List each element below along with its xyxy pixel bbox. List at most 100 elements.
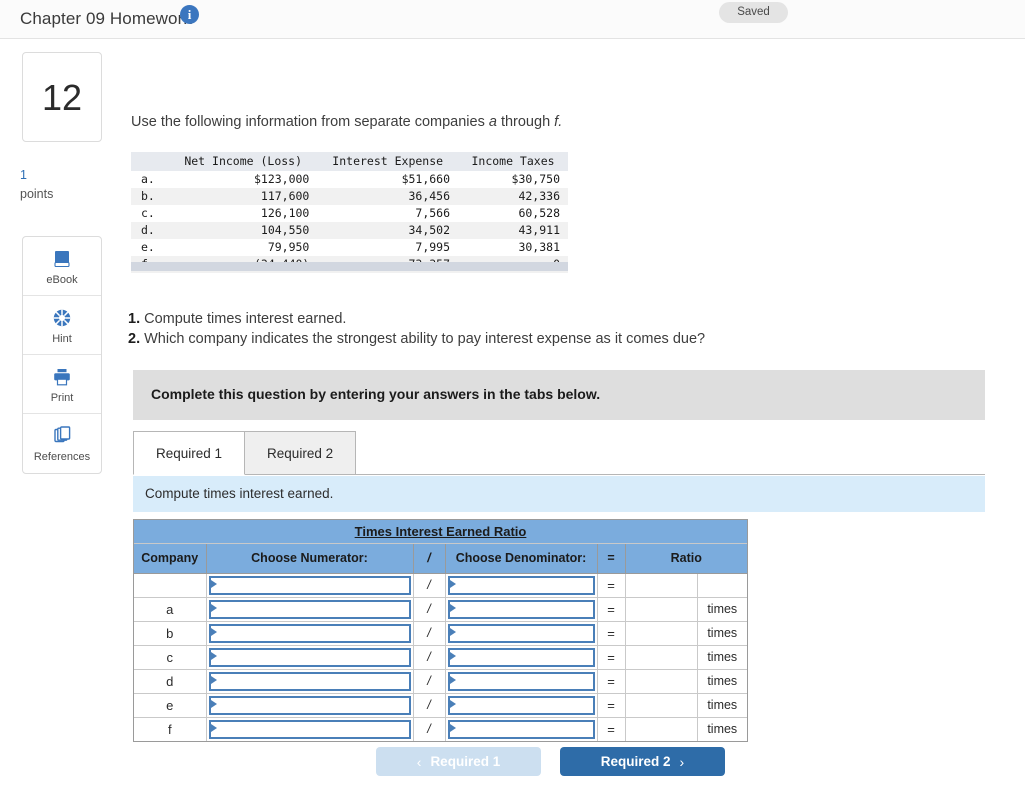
cell-denominator[interactable] bbox=[445, 693, 598, 718]
column-header: Interest Expense bbox=[317, 152, 459, 171]
numerator-dropdown[interactable] bbox=[208, 575, 411, 595]
cell-slash: / bbox=[413, 645, 446, 670]
cell-equals: = bbox=[597, 621, 626, 646]
tool-label: References bbox=[33, 451, 91, 463]
cell-denominator[interactable] bbox=[445, 621, 598, 646]
status-badge: Saved bbox=[719, 2, 788, 23]
numerator-dropdown[interactable] bbox=[208, 647, 411, 667]
row-company bbox=[134, 573, 207, 598]
cell-unit: times bbox=[697, 597, 747, 622]
tab-required-1[interactable]: Required 1 bbox=[133, 431, 246, 475]
denominator-dropdown[interactable] bbox=[447, 599, 595, 619]
numerator-dropdown[interactable] bbox=[208, 671, 411, 691]
numerator-dropdown[interactable] bbox=[208, 623, 411, 643]
info-icon[interactable]: i bbox=[180, 5, 199, 24]
points-label: points bbox=[20, 187, 54, 201]
cell-ratio[interactable] bbox=[625, 693, 698, 718]
denominator-dropdown[interactable] bbox=[447, 575, 595, 595]
ratio-input[interactable] bbox=[626, 575, 696, 595]
cell-numerator[interactable] bbox=[206, 573, 414, 598]
cell-ratio[interactable] bbox=[625, 717, 698, 741]
cell-ratio[interactable] bbox=[625, 573, 698, 598]
column-header: Income Taxes bbox=[458, 152, 568, 171]
denominator-dropdown[interactable] bbox=[447, 623, 595, 643]
interest-expense-cell: $51,660 bbox=[401, 172, 451, 186]
denominator-dropdown[interactable] bbox=[447, 695, 595, 715]
table-row: a / = times bbox=[134, 597, 747, 622]
copy-pages-icon bbox=[51, 424, 73, 448]
cell-ratio[interactable] bbox=[625, 597, 698, 622]
tab-label: Required 2 bbox=[267, 445, 334, 461]
cell-denominator[interactable] bbox=[445, 573, 598, 598]
tool-ebook[interactable]: eBook bbox=[23, 237, 101, 296]
income-taxes-cell: 30,381 bbox=[518, 240, 560, 254]
prev-button-label: Required 1 bbox=[430, 754, 501, 769]
cell-unit bbox=[697, 573, 747, 598]
answer-title-row: Times Interest Earned Ratio bbox=[134, 520, 747, 544]
column-header: Net Income (Loss) bbox=[169, 152, 318, 171]
company-data-table: Net Income (Loss) Interest Expense Incom… bbox=[131, 152, 568, 273]
next-button-label: Required 2 bbox=[600, 754, 671, 769]
cell-equals: = bbox=[597, 693, 626, 718]
column-header bbox=[131, 152, 169, 171]
requirements-list: 1. Compute times interest earned. 2. Whi… bbox=[128, 309, 705, 349]
table-row: e / = times bbox=[134, 693, 747, 718]
cell-ratio[interactable] bbox=[625, 669, 698, 694]
ratio-input[interactable] bbox=[626, 719, 696, 739]
cell-ratio[interactable] bbox=[625, 621, 698, 646]
ratio-input[interactable] bbox=[626, 623, 696, 643]
cell-numerator[interactable] bbox=[206, 621, 414, 646]
net-income-cell: 79,950 bbox=[267, 240, 310, 254]
ratio-input[interactable] bbox=[626, 671, 696, 691]
numerator-dropdown[interactable] bbox=[208, 695, 411, 715]
requirement-1: 1. Compute times interest earned. bbox=[128, 309, 705, 329]
cell-equals: = bbox=[597, 669, 626, 694]
cell-denominator[interactable] bbox=[445, 669, 598, 694]
cell-slash: / bbox=[413, 621, 446, 646]
cell-equals: = bbox=[597, 717, 626, 741]
ratio-input[interactable] bbox=[626, 695, 696, 715]
cell-slash: / bbox=[413, 669, 446, 694]
tool-print[interactable]: Print bbox=[23, 355, 101, 414]
row-company: d bbox=[134, 669, 207, 694]
numerator-dropdown[interactable] bbox=[208, 599, 411, 619]
table-row: b. 117,600 36,456 42,336 bbox=[131, 188, 568, 205]
tab-instruction-text: Compute times interest earned. bbox=[145, 486, 334, 501]
cell-slash: / bbox=[413, 597, 446, 622]
row-company: f bbox=[134, 717, 207, 741]
net-income-cell: 104,550 bbox=[169, 222, 318, 239]
cell-numerator[interactable] bbox=[206, 693, 414, 718]
cell-numerator[interactable] bbox=[206, 717, 414, 741]
tab-required-2[interactable]: Required 2 bbox=[245, 431, 357, 475]
intro-prefix: Use the following information from separ… bbox=[131, 114, 489, 130]
header-slash: / bbox=[413, 543, 446, 574]
next-required-button[interactable]: Required 2 › bbox=[560, 747, 725, 776]
cell-unit: times bbox=[697, 693, 747, 718]
cell-numerator[interactable] bbox=[206, 645, 414, 670]
cell-numerator[interactable] bbox=[206, 669, 414, 694]
cell-denominator[interactable] bbox=[445, 597, 598, 622]
cell-unit: times bbox=[707, 722, 738, 736]
row-company: a bbox=[134, 597, 207, 622]
ratio-input[interactable] bbox=[626, 599, 696, 619]
cell-ratio[interactable] bbox=[625, 645, 698, 670]
tool-hint[interactable]: Hint bbox=[23, 296, 101, 355]
cell-slash: / bbox=[413, 693, 446, 718]
cell-denominator[interactable] bbox=[445, 717, 598, 741]
cell-denominator[interactable] bbox=[445, 645, 598, 670]
tool-references[interactable]: References bbox=[23, 414, 101, 473]
numerator-dropdown[interactable] bbox=[208, 719, 411, 739]
denominator-dropdown[interactable] bbox=[447, 719, 595, 739]
prev-required-button[interactable]: ‹ Required 1 bbox=[376, 747, 541, 776]
data-table-scrollbar[interactable] bbox=[131, 262, 568, 271]
ratio-input[interactable] bbox=[626, 647, 696, 667]
denominator-dropdown[interactable] bbox=[447, 671, 595, 691]
denominator-dropdown[interactable] bbox=[447, 647, 595, 667]
table-row: a. $123,000 $51,660 $30,750 bbox=[131, 171, 568, 188]
interest-expense-cell: 36,456 bbox=[317, 188, 459, 205]
cell-numerator[interactable] bbox=[206, 597, 414, 622]
book-icon bbox=[51, 247, 73, 271]
interest-expense-cell: 7,566 bbox=[415, 206, 451, 220]
tool-rail: eBook Hint Print References bbox=[22, 236, 102, 474]
tab-underline bbox=[133, 474, 985, 475]
